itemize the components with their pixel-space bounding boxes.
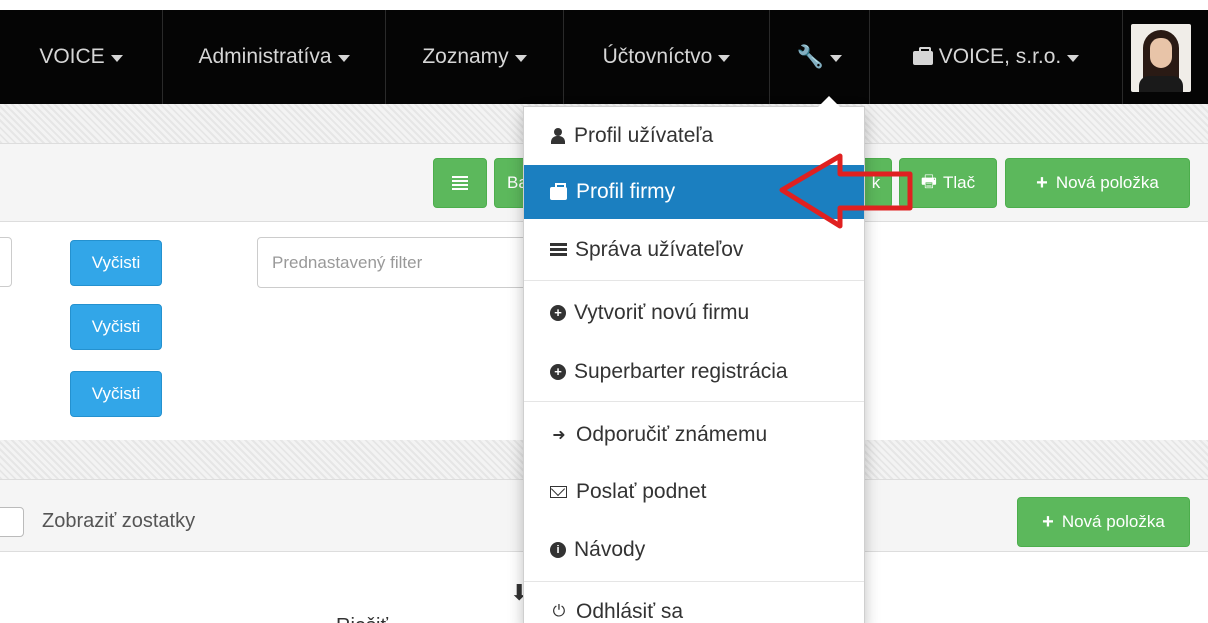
nav-label-company: VOICE, s.r.o. xyxy=(938,45,1062,68)
nav-menu-company[interactable]: VOICE, s.r.o. xyxy=(870,10,1123,104)
menu-item-label: Profil užívateľa xyxy=(574,124,714,147)
info-circle-icon: i xyxy=(550,542,566,558)
caret-down-icon xyxy=(718,54,731,62)
caret-down-icon xyxy=(337,54,350,62)
briefcase-icon xyxy=(550,182,567,200)
caret-down-icon xyxy=(1067,54,1080,62)
menu-item-label: Návody xyxy=(574,538,646,561)
annotation-arrow-icon xyxy=(779,153,913,229)
filter-input-partial[interactable] xyxy=(0,237,12,287)
menu-item-label: Superbarter registrácia xyxy=(574,360,788,383)
nav-label-voice: VOICE xyxy=(39,45,105,68)
show-balances-checkbox[interactable] xyxy=(0,507,24,537)
nav-menu-voice[interactable]: VOICE xyxy=(0,10,163,104)
menu-divider xyxy=(524,401,864,402)
wrench-icon: 🔧 xyxy=(796,44,825,69)
caret-down-icon xyxy=(110,54,123,62)
nav-menu-tools[interactable]: 🔧 xyxy=(770,10,870,104)
nav-menu-zoznamy[interactable]: Zoznamy xyxy=(386,10,564,104)
user-icon xyxy=(550,128,566,144)
clear-filter-label: Vyčisti xyxy=(91,317,141,336)
menu-item-refer-friend[interactable]: ➜ Odporučiť známemu xyxy=(524,408,864,462)
top-strip xyxy=(0,0,1208,10)
printer-icon: 🖶 xyxy=(920,171,937,191)
list-view-button[interactable] xyxy=(433,158,487,208)
briefcase-icon xyxy=(912,47,933,65)
plus-icon: + xyxy=(1036,171,1048,194)
nav-label-administrativa: Administratíva xyxy=(198,45,332,68)
clear-filter-button-3[interactable]: Vyčisti xyxy=(70,371,162,417)
menu-item-logout[interactable]: ⏻ Odhlásiť sa xyxy=(524,585,864,623)
caret-down-icon xyxy=(514,54,527,62)
plus-icon: + xyxy=(1042,510,1054,533)
print-button-label: Tlač xyxy=(942,173,976,192)
server-icon xyxy=(550,243,567,257)
clear-filter-button-1[interactable]: Vyčisti xyxy=(70,240,162,286)
share-arrow-icon: ➜ xyxy=(552,427,566,444)
user-avatar[interactable] xyxy=(1131,24,1191,92)
clear-filter-label: Vyčisti xyxy=(91,384,141,403)
nav-menu-administrativa[interactable]: Administratíva xyxy=(163,10,386,104)
preset-filter-input[interactable]: Prednastavený filter xyxy=(257,237,537,288)
menu-item-user-management[interactable]: Správa užívateľov xyxy=(524,223,864,277)
top-navbar: VOICE Administratíva Zoznamy Účtovníctvo… xyxy=(0,10,1208,104)
preset-filter-placeholder: Prednastavený filter xyxy=(272,252,423,272)
table-header-partial: Riešiť xyxy=(336,615,388,623)
plus-circle-icon: + xyxy=(550,364,566,380)
list-icon xyxy=(452,176,468,190)
new-item-button-label: Nová položka xyxy=(1055,173,1159,192)
menu-item-label: Odporučiť známemu xyxy=(576,423,768,446)
show-balances-label: Zobraziť zostatky xyxy=(42,510,196,532)
clear-filter-button-2[interactable]: Vyčisti xyxy=(70,304,162,350)
menu-divider xyxy=(524,581,864,582)
nav-label-uctovnictvo: Účtovníctvo xyxy=(602,45,713,68)
menu-item-label: Poslať podnet xyxy=(576,480,707,503)
menu-item-label: Profil firmy xyxy=(576,180,676,203)
nav-menu-uctovnictvo[interactable]: Účtovníctvo xyxy=(564,10,770,104)
caret-down-icon xyxy=(830,54,843,62)
clear-filter-label: Vyčisti xyxy=(91,253,141,272)
nav-label-zoznamy: Zoznamy xyxy=(422,45,509,68)
power-icon: ⏻ xyxy=(552,603,566,620)
menu-item-label: Vytvoriť novú firmu xyxy=(574,301,750,324)
new-item-button-table[interactable]: + Nová položka xyxy=(1017,497,1190,547)
new-item-button-table-label: Nová položka xyxy=(1061,512,1165,531)
new-item-button[interactable]: + Nová položka xyxy=(1005,158,1190,208)
plus-circle-icon: + xyxy=(550,305,566,321)
menu-item-label: Odhlásiť sa xyxy=(576,600,684,623)
menu-item-label: Správa užívateľov xyxy=(575,238,744,261)
menu-item-send-feedback[interactable]: Poslať podnet xyxy=(524,465,864,519)
menu-item-superbarter-registration[interactable]: + Superbarter registrácia xyxy=(524,345,864,399)
menu-item-create-company[interactable]: + Vytvoriť novú firmu xyxy=(524,286,864,340)
menu-divider xyxy=(524,280,864,281)
menu-item-guides[interactable]: i Návody xyxy=(524,523,864,577)
envelope-icon xyxy=(550,486,567,498)
